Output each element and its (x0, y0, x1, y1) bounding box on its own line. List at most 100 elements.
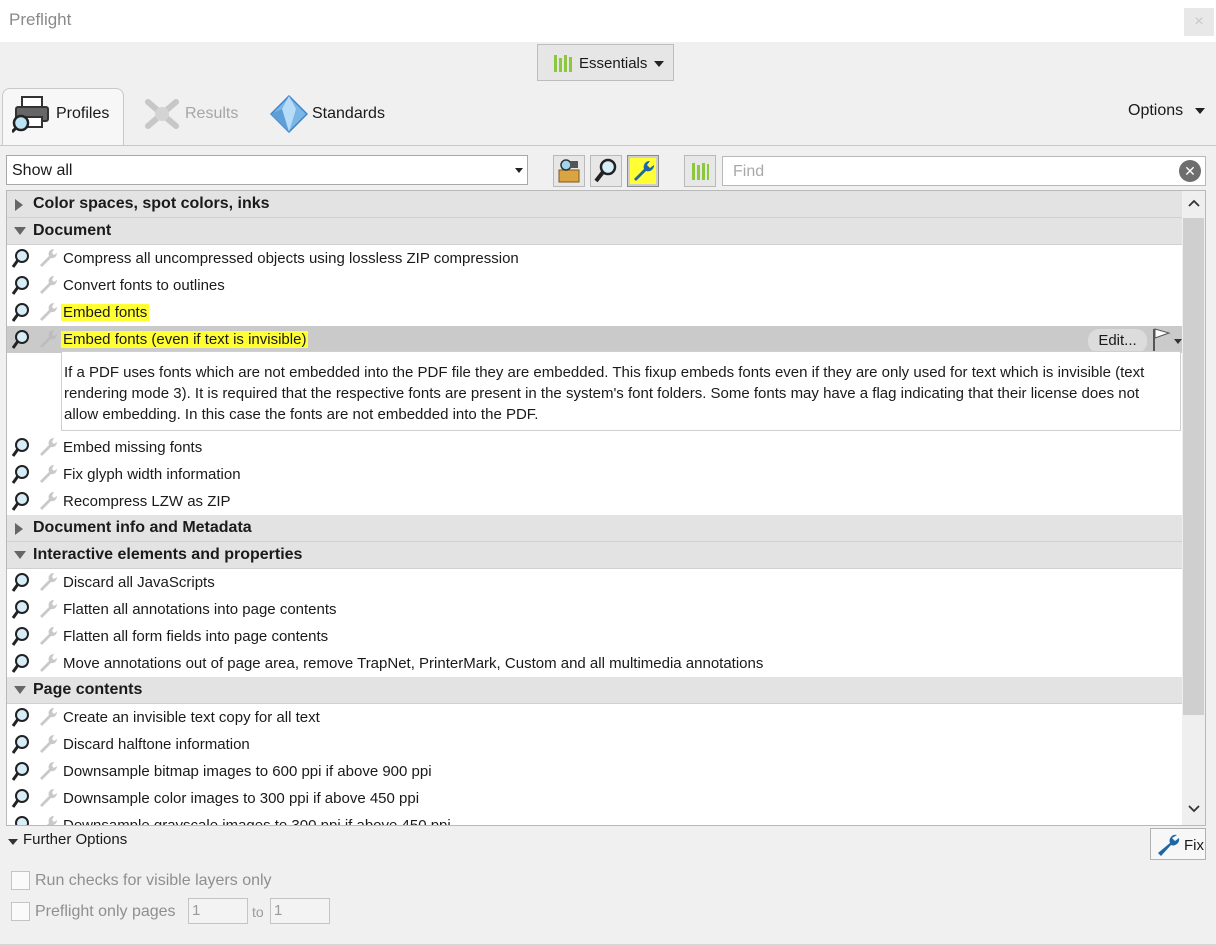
check-fix-icons (11, 707, 58, 727)
list-item[interactable]: Recompress LZW as ZIP (7, 488, 1182, 515)
category-label: Interactive elements and properties (33, 546, 303, 563)
library-bars-icon (692, 163, 709, 180)
list-item-selected[interactable]: Embed fonts (even if text is invisible) (7, 326, 1182, 353)
clear-search-icon[interactable]: ✕ (1179, 160, 1201, 182)
category-document-info[interactable]: Document info and Metadata (7, 515, 1182, 542)
close-button[interactable]: × (1184, 8, 1214, 36)
fixups-filter-button[interactable] (627, 155, 659, 187)
check-fix-icons (11, 437, 58, 457)
flag-dropdown-icon[interactable] (1151, 327, 1185, 353)
list-item[interactable]: Flatten all form fields into page conten… (7, 623, 1182, 650)
item-label: Fix glyph width information (63, 466, 241, 483)
chevron-down-icon (654, 61, 664, 67)
list-item[interactable]: Downsample grayscale images to 300 ppi i… (7, 812, 1182, 826)
check-fix-icons (11, 491, 58, 511)
edit-button[interactable]: Edit... (1088, 329, 1147, 353)
category-page-contents[interactable]: Page contents (7, 677, 1182, 704)
list-item[interactable]: Fix glyph width information (7, 461, 1182, 488)
list-item[interactable]: Discard halftone information (7, 731, 1182, 758)
check-fix-icons (11, 275, 58, 295)
check-fix-icons (11, 248, 58, 268)
profiles-filter-button[interactable] (553, 155, 585, 187)
item-label: Embed missing fonts (63, 439, 203, 456)
pages-only-checkbox[interactable] (11, 902, 30, 921)
collapse-triangle-icon (14, 686, 26, 694)
chevron-down-icon (1195, 108, 1205, 114)
page-from-input[interactable]: 1 (188, 898, 248, 924)
item-label: Compress all uncompressed objects using … (63, 250, 519, 267)
window-title: Preflight (9, 10, 72, 29)
list-item[interactable]: Embed missing fonts (7, 434, 1182, 461)
list-item[interactable]: Downsample bitmap images to 600 ppi if a… (7, 758, 1182, 785)
category-label: Document (33, 222, 112, 239)
item-label: Downsample bitmap images to 600 ppi if a… (63, 763, 432, 780)
item-label: Flatten all form fields into page conten… (63, 628, 329, 645)
category-interactive[interactable]: Interactive elements and properties (7, 542, 1182, 569)
item-label: Create an invisible text copy for all te… (63, 709, 320, 726)
scroll-up-icon[interactable] (1188, 199, 1200, 207)
category-label: Color spaces, spot colors, inks (33, 195, 270, 212)
fix-button[interactable]: Fix (1150, 828, 1206, 860)
checks-magnifier-icon (594, 158, 617, 183)
chevron-down-icon (8, 839, 18, 845)
fixup-description: If a PDF uses fonts which are not embedd… (61, 351, 1181, 431)
category-label: Page contents (33, 681, 143, 698)
item-label: Discard all JavaScripts (63, 574, 215, 591)
show-filter-select[interactable]: Show all (6, 155, 528, 185)
checks-filter-button[interactable] (590, 155, 622, 187)
visible-layers-checkbox[interactable] (11, 871, 30, 890)
item-label: Embed fonts (61, 304, 150, 321)
tab-results-label: Results (185, 105, 239, 122)
tab-standards[interactable]: Standards (270, 92, 400, 136)
category-label: Document info and Metadata (33, 519, 252, 536)
find-input[interactable]: Find ✕ (722, 156, 1206, 186)
visible-layers-label: Run checks for visible layers only (35, 872, 272, 889)
scrollbar-thumb[interactable] (1183, 218, 1204, 715)
list-item[interactable]: Discard all JavaScripts (7, 569, 1182, 596)
collapse-triangle-icon (14, 551, 26, 559)
chevron-down-icon (515, 168, 523, 173)
fix-label: Fix (1184, 837, 1204, 854)
check-fix-icons (11, 464, 58, 484)
printer-magnifier-icon (12, 96, 49, 133)
title-bar (0, 0, 1216, 42)
tab-results[interactable]: Results (140, 92, 250, 136)
category-color-spaces[interactable]: Color spaces, spot colors, inks (7, 191, 1182, 218)
item-label: Embed fonts (even if text is invisible) (61, 331, 309, 348)
list-item[interactable]: Compress all uncompressed objects using … (7, 245, 1182, 272)
to-label: to (252, 904, 264, 920)
item-label: Discard halftone information (63, 736, 250, 753)
further-options-toggle[interactable]: Further Options (23, 831, 127, 848)
library-button[interactable] (684, 155, 716, 187)
fixups-wrench-icon (630, 158, 656, 184)
essentials-dropdown[interactable]: Essentials (537, 44, 674, 81)
wrench-icon (1158, 834, 1180, 856)
find-placeholder: Find (733, 163, 765, 180)
tab-profiles[interactable]: Profiles (2, 88, 124, 146)
list-item[interactable]: Move annotations out of page area, remov… (7, 650, 1182, 677)
page-to-input[interactable]: 1 (270, 898, 330, 924)
check-fix-icons (11, 761, 58, 781)
category-document[interactable]: Document (7, 218, 1182, 245)
library-bars-icon (554, 55, 572, 72)
check-fix-icons (15, 815, 58, 825)
tab-profiles-label: Profiles (56, 105, 110, 122)
tab-standards-label: Standards (312, 105, 385, 122)
check-fix-icons (11, 302, 58, 322)
list-item[interactable]: Embed fonts (7, 299, 1182, 326)
check-fix-icons (11, 653, 58, 673)
list-item[interactable]: Convert fonts to outlines (7, 272, 1182, 299)
description-text: If a PDF uses fonts which are not embedd… (64, 364, 1145, 423)
check-fix-icons (11, 734, 58, 754)
item-label: Convert fonts to outlines (63, 277, 225, 294)
list-item[interactable]: Create an invisible text copy for all te… (7, 704, 1182, 731)
profiles-box-icon (558, 159, 580, 183)
scroll-down-icon[interactable] (1188, 805, 1200, 813)
options-menu[interactable]: Options (1128, 102, 1183, 120)
item-label: Recompress LZW as ZIP (63, 493, 231, 510)
check-fix-icons (11, 626, 58, 646)
item-label: Downsample grayscale images to 300 ppi i… (63, 817, 451, 826)
essentials-label: Essentials (579, 55, 648, 72)
list-item[interactable]: Downsample color images to 300 ppi if ab… (7, 785, 1182, 812)
list-item[interactable]: Flatten all annotations into page conten… (7, 596, 1182, 623)
